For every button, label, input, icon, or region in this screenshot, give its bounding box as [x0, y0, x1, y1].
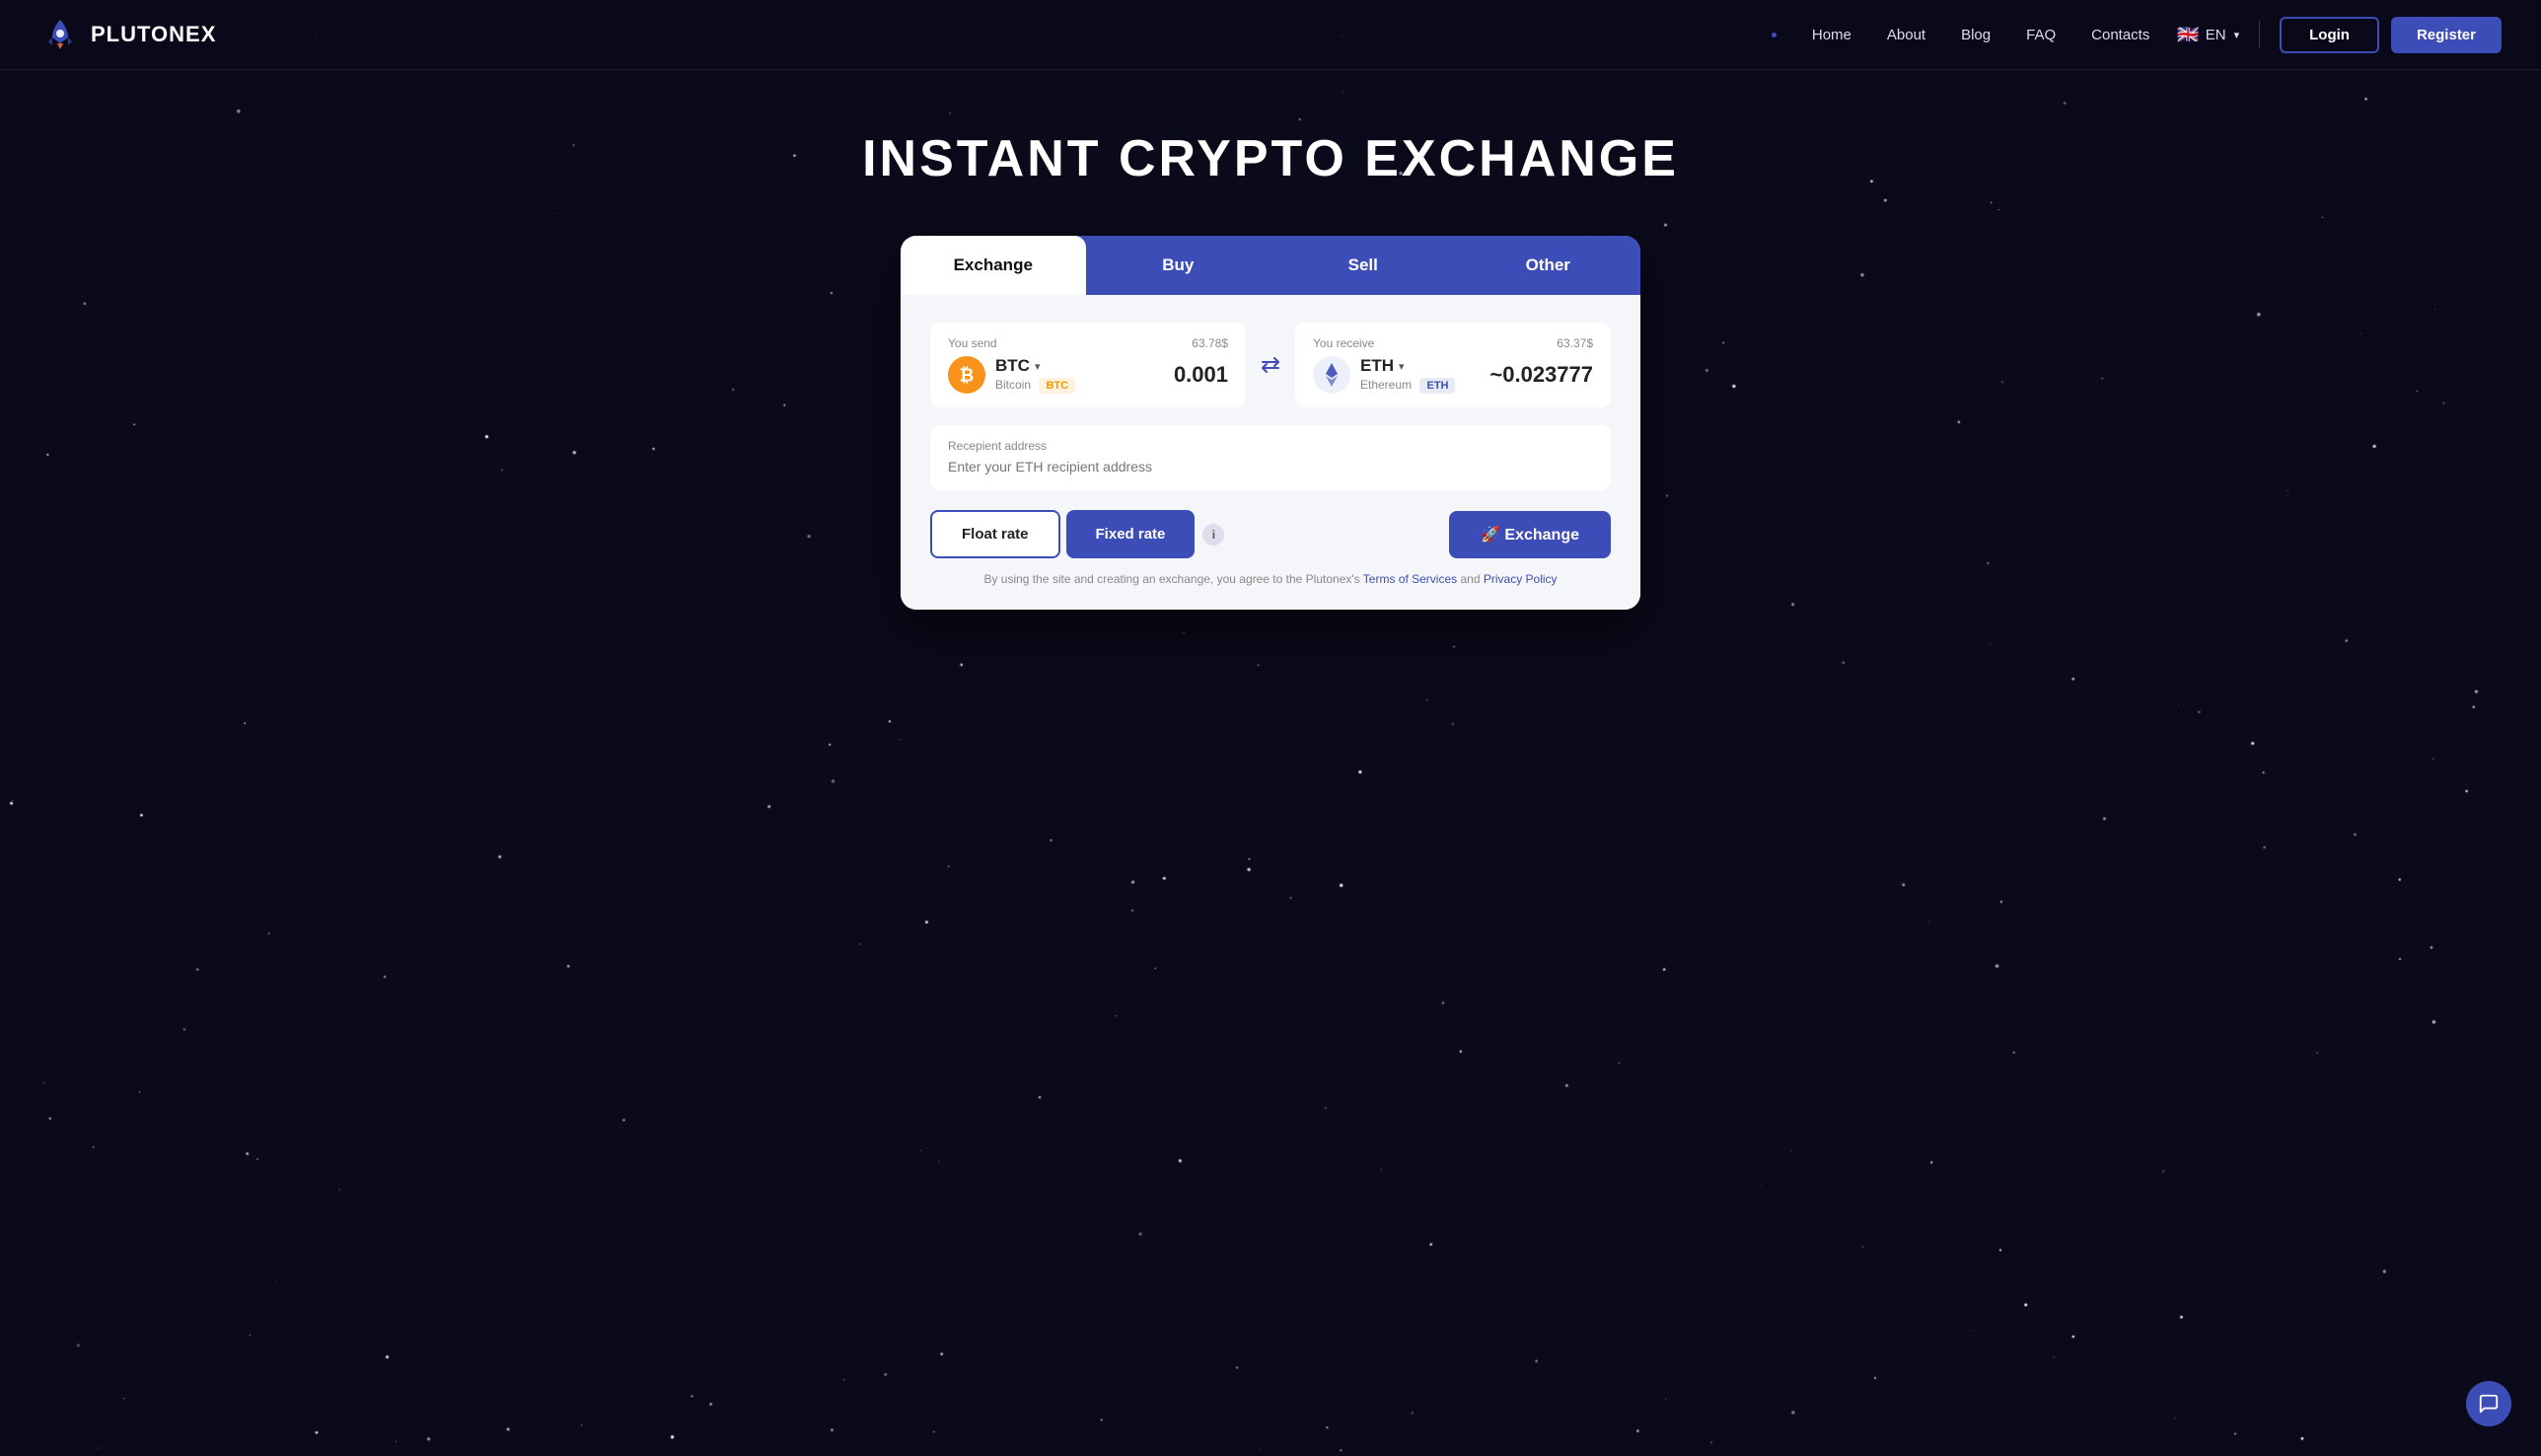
terms-of-service-link[interactable]: Terms of Services [1363, 572, 1457, 586]
nav-about[interactable]: About [1887, 27, 1925, 43]
chat-icon [2478, 1393, 2500, 1415]
send-box: You send 63.78$ ₿ BTC [930, 323, 1246, 407]
nav-home[interactable]: Home [1812, 27, 1851, 43]
receive-coin-row: ETH ▾ Ethereum ETH ~0.023777 [1313, 356, 1593, 394]
send-amount[interactable]: 0.001 [1174, 362, 1228, 388]
language-label: EN [2206, 27, 2226, 43]
navbar: PLUTONEX Home About Blog FAQ Contacts 🇬🇧… [0, 0, 2541, 70]
chat-bubble[interactable] [2466, 1381, 2511, 1426]
swap-icon[interactable] [1246, 354, 1295, 376]
svg-text:₿: ₿ [960, 366, 975, 386]
language-selector[interactable]: 🇬🇧 EN ▾ [2177, 25, 2239, 45]
register-button[interactable]: Register [2391, 17, 2502, 53]
card-body: You send 63.78$ ₿ BTC [901, 295, 1640, 610]
terms: By using the site and creating an exchan… [930, 572, 1611, 586]
logo[interactable]: PLUTONEX [39, 14, 216, 55]
recipient-input[interactable] [948, 459, 1593, 474]
login-button[interactable]: Login [2280, 17, 2379, 53]
receive-coin-badge: ETH [1419, 378, 1455, 394]
receive-coin-name-row: ETH ▾ [1360, 356, 1455, 376]
float-rate-button[interactable]: Float rate [930, 510, 1060, 558]
nav-contacts[interactable]: Contacts [2091, 27, 2149, 43]
send-coin-chevron: ▾ [1035, 360, 1041, 373]
receive-coin-full-row: Ethereum ETH [1360, 376, 1455, 394]
tab-buy[interactable]: Buy [1086, 236, 1271, 295]
rate-row: Float rate Fixed rate i 🚀 Exchange [930, 510, 1611, 558]
btc-icon: ₿ [948, 356, 985, 394]
brand-name: PLUTONEX [91, 22, 216, 47]
send-usd: 63.78$ [1192, 336, 1228, 350]
receive-amount[interactable]: ~0.023777 [1489, 362, 1593, 388]
flag-icon: 🇬🇧 [2177, 25, 2199, 45]
send-coin-info[interactable]: ₿ BTC ▾ Bitcoin BTC [948, 356, 1075, 394]
receive-coin-info[interactable]: ETH ▾ Ethereum ETH [1313, 356, 1455, 394]
nav-blog[interactable]: Blog [1961, 27, 1991, 43]
receive-coin-chevron: ▾ [1399, 360, 1405, 373]
receive-coin-name: ETH [1360, 356, 1394, 376]
send-coin-name-row: BTC ▾ [995, 356, 1075, 376]
nav-faq[interactable]: FAQ [2026, 27, 2056, 43]
recipient-label: Recepient address [948, 439, 1593, 453]
logo-icon [39, 14, 81, 55]
tab-other[interactable]: Other [1456, 236, 1641, 295]
send-coin-row: ₿ BTC ▾ Bitcoin BTC [948, 356, 1228, 394]
fixed-rate-button[interactable]: Fixed rate [1066, 510, 1196, 558]
send-coin-full: Bitcoin [995, 378, 1031, 392]
send-coin-name: BTC [995, 356, 1030, 376]
tab-exchange[interactable]: Exchange [901, 236, 1086, 295]
receive-coin-full: Ethereum [1360, 378, 1412, 392]
send-label: You send [948, 336, 997, 350]
exchange-button[interactable]: 🚀 Exchange [1449, 511, 1611, 558]
receive-usd: 63.37$ [1557, 336, 1593, 350]
exchange-card: Exchange Buy Sell Other You send 63.78$ [901, 236, 1640, 610]
tabs: Exchange Buy Sell Other [901, 236, 1640, 295]
send-coin-badge: BTC [1039, 378, 1075, 394]
nav-links: Home About Blog FAQ Contacts [1772, 27, 2149, 43]
main-content: INSTANT CRYPTO EXCHANGE Exchange Buy Sel… [0, 70, 2541, 610]
info-icon[interactable]: i [1202, 524, 1224, 546]
receive-label-row: You receive 63.37$ [1313, 336, 1593, 350]
send-label-row: You send 63.78$ [948, 336, 1228, 350]
recipient-box: Recepient address [930, 425, 1611, 490]
receive-box: You receive 63.37$ [1295, 323, 1611, 407]
terms-and: and [1460, 572, 1480, 586]
privacy-policy-link[interactable]: Privacy Policy [1484, 572, 1558, 586]
nav-dot [1772, 33, 1777, 37]
terms-text: By using the site and creating an exchan… [983, 572, 1359, 586]
exchange-inputs: You send 63.78$ ₿ BTC [930, 323, 1611, 407]
nav-divider [2259, 21, 2260, 48]
receive-label: You receive [1313, 336, 1374, 350]
eth-icon [1313, 356, 1350, 394]
send-coin-full-row: Bitcoin BTC [995, 376, 1075, 394]
tab-sell[interactable]: Sell [1270, 236, 1456, 295]
chevron-down-icon: ▾ [2234, 29, 2240, 41]
hero-title: INSTANT CRYPTO EXCHANGE [862, 129, 1679, 188]
